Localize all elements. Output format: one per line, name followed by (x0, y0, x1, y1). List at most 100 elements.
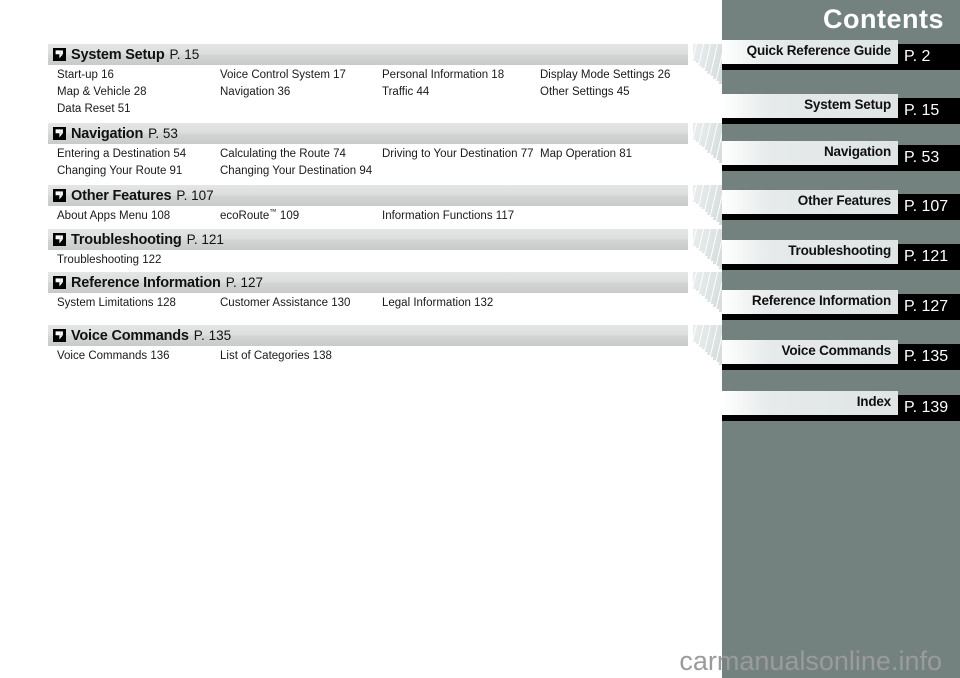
sidebar-tab-label: Navigation (823, 144, 891, 159)
sidebar-tab-label: Voice Commands (781, 343, 892, 358)
section-item-row: Data Reset 51 (48, 103, 688, 120)
toc-entry[interactable]: Information Functions 117 (382, 210, 514, 222)
sidebar-tab-other-features[interactable]: Other Features P. 107 (722, 190, 960, 220)
section-header[interactable]: Reference Information P. 127 (48, 272, 688, 293)
sidebar-tab-index[interactable]: Index P. 139 (722, 391, 960, 421)
section-title: System Setup (71, 46, 165, 63)
section-items: Voice Commands 136 List of Categories 138 (48, 346, 688, 367)
sidebar-tab-label: Quick Reference Guide (746, 43, 892, 58)
sidebar-tab-plate: Quick Reference Guide (722, 40, 898, 64)
toc-entry[interactable]: Voice Control System 17 (220, 69, 346, 81)
sidebar-tab-voice-commands[interactable]: Voice Commands P. 135 (722, 340, 960, 370)
sidebar-tab-quick-reference-guide[interactable]: Quick Reference Guide P. 2 (722, 40, 960, 70)
toc-entry[interactable]: About Apps Menu 108 (57, 210, 170, 222)
jump-arrow-icon (53, 48, 66, 61)
section-item-row: Troubleshooting 122 (48, 254, 688, 271)
section-header[interactable]: Navigation P. 53 (48, 123, 688, 144)
toc-entry[interactable]: Changing Your Destination 94 (220, 165, 372, 177)
section-page-number: P. 53 (148, 126, 178, 141)
jump-arrow-icon (53, 329, 66, 342)
sidebar-tab-label: System Setup (804, 97, 891, 112)
sidebar-tab-label: Reference Information (751, 293, 891, 308)
toc-entry[interactable]: System Limitations 128 (57, 297, 176, 309)
sidebar-tab-underline (722, 415, 898, 421)
toc-entry[interactable]: Map Operation 81 (540, 148, 632, 160)
content-section: Voice Commands P. 135 Voice Commands 136 Li… (48, 325, 738, 371)
sidebar-tab-label: Index (856, 394, 891, 409)
sidebar-tab-reference-information[interactable]: Reference Information P. 127 (722, 290, 960, 320)
sidebar-tab-underline (722, 64, 898, 70)
toc-entry[interactable]: Voice Commands 136 (57, 350, 170, 362)
section-header[interactable]: System Setup P. 15 (48, 44, 688, 65)
toc-entry[interactable]: Other Settings 45 (540, 86, 630, 98)
site-watermark: carmanualsonline.info (679, 646, 942, 676)
section-title: Troubleshooting (71, 231, 182, 248)
sidebar-tab-plate: Troubleshooting (722, 240, 898, 264)
sidebar-tab-page-number[interactable]: P. 121 (898, 244, 960, 270)
toc-entry[interactable]: List of Categories 138 (220, 350, 332, 362)
sidebar-tab-troubleshooting[interactable]: Troubleshooting P. 121 (722, 240, 960, 270)
toc-entry[interactable]: Data Reset 51 (57, 103, 131, 115)
jump-arrow-icon (53, 233, 66, 246)
sidebar-tab-label: Other Features (797, 193, 891, 208)
section-title: Voice Commands (71, 327, 189, 344)
section-title: Other Features (71, 187, 172, 204)
sidebar-tab-underline (722, 314, 898, 320)
sidebar-navigation: Contents Quick Reference Guide P. 2 System… (722, 0, 960, 678)
sidebar-tab-plate: Other Features (722, 190, 898, 214)
section-page-number: P. 127 (225, 275, 263, 290)
sidebar-tab-underline (722, 264, 898, 270)
sidebar-tab-plate: System Setup (722, 94, 898, 118)
sidebar-tab-page-number[interactable]: P. 127 (898, 294, 960, 320)
section-title: Navigation (71, 125, 144, 142)
sidebar-tab-navigation[interactable]: Navigation P. 53 (722, 141, 960, 171)
sidebar-tab-label: Troubleshooting (788, 243, 891, 258)
toc-entry[interactable]: Map & Vehicle 28 (57, 86, 147, 98)
jump-arrow-icon (53, 276, 66, 289)
section-item-row: About Apps Menu 108 ecoRoute™ 109 Informat… (48, 208, 688, 227)
sidebar-tab-page-number[interactable]: P. 135 (898, 344, 960, 370)
sidebar-tab-page-number[interactable]: P. 15 (898, 98, 960, 124)
sidebar-tab-plate: Navigation (722, 141, 898, 165)
section-header[interactable]: Other Features P. 107 (48, 185, 688, 206)
section-page-number: P. 135 (193, 328, 232, 343)
toc-entry[interactable]: Personal Information 18 (382, 69, 504, 81)
toc-entry[interactable]: Traffic 44 (382, 86, 429, 98)
section-items: Start-up 16 Voice Control System 17 Person… (48, 65, 688, 120)
sidebar-tab-plate: Reference Information (722, 290, 898, 314)
sidebar-tab-underline (722, 165, 898, 171)
sidebar-tab-system-setup[interactable]: System Setup P. 15 (722, 94, 960, 124)
content-section: Reference Information P. 127 System Limita… (48, 272, 738, 318)
sidebar-tab-underline (722, 364, 898, 370)
toc-entry[interactable]: Driving to Your Destination 77 (382, 148, 534, 160)
toc-entry[interactable]: Navigation 36 (220, 86, 290, 98)
sidebar-tab-page-number[interactable]: P. 2 (898, 44, 960, 70)
content-section: Navigation P. 53 Entering a Destination 54… (48, 123, 738, 182)
content-section: Other Features P. 107 About Apps Menu 108 e… (48, 185, 738, 231)
section-header[interactable]: Troubleshooting P. 121 (48, 229, 688, 250)
toc-entry[interactable]: Calculating the Route 74 (220, 148, 346, 160)
sidebar-tab-page-number[interactable]: P. 53 (898, 145, 960, 171)
section-page-number: P. 15 (169, 47, 200, 62)
sidebar-tab-page-number[interactable]: P. 139 (898, 395, 960, 421)
content-section: System Setup P. 15 Start-up 16 Voice Contro… (48, 44, 738, 120)
toc-entry[interactable]: Display Mode Settings 26 (540, 69, 670, 81)
section-title: Reference Information (71, 274, 221, 291)
section-page-number: P. 121 (186, 232, 224, 247)
section-page-number: P. 107 (176, 188, 214, 203)
section-items: Troubleshooting 122 (48, 250, 688, 271)
toc-entry[interactable]: Entering a Destination 54 (57, 148, 186, 160)
toc-entry[interactable]: Troubleshooting 122 (57, 254, 161, 266)
section-items: Entering a Destination 54 Calculating the… (48, 144, 688, 182)
section-header[interactable]: Voice Commands P. 135 (48, 325, 688, 346)
section-item-row: Map & Vehicle 28 Navigation 36 Traffic 44 O… (48, 86, 688, 103)
toc-entry[interactable]: Customer Assistance 130 (220, 297, 350, 309)
sidebar-tab-page-number[interactable]: P. 107 (898, 194, 960, 220)
toc-entry[interactable]: ecoRoute™ 109 (220, 208, 299, 222)
sidebar-tab-underline (722, 118, 898, 124)
section-item-row: Changing Your Route 91 Changing Your Dest… (48, 165, 688, 182)
section-items: About Apps Menu 108 ecoRoute™ 109 Informat… (48, 206, 688, 227)
toc-entry[interactable]: Changing Your Route 91 (57, 165, 182, 177)
toc-entry[interactable]: Legal Information 132 (382, 297, 493, 309)
toc-entry[interactable]: Start-up 16 (57, 69, 114, 81)
